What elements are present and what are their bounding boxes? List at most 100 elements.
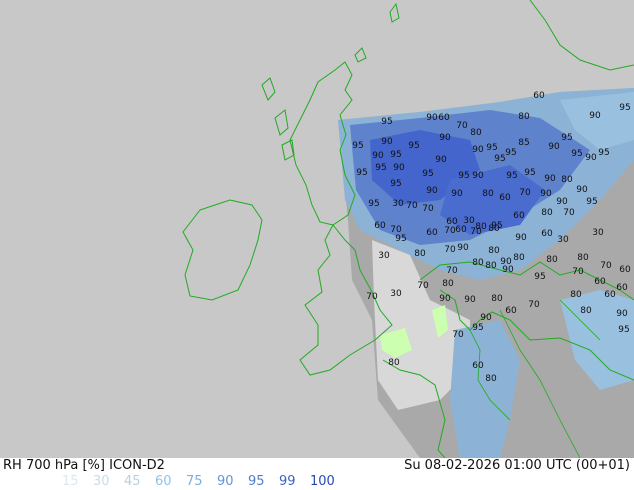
contour-label: 60 [438,113,450,123]
contour-label: 95 [586,197,597,207]
contour-label: 95 [494,154,505,164]
contour-label: 95 [571,149,582,159]
contour-label: 95 [408,141,419,151]
contour-label: 90 [451,189,463,199]
contour-label: 90 [540,189,552,199]
contour-label: 95 [505,148,516,158]
contour-label: 70 [417,281,429,291]
contour-label: 30 [378,251,390,261]
legend-item-99: 99 [279,474,296,489]
legend-item-60: 60 [155,474,172,489]
norway-coast [529,0,634,71]
contour-label: 60 [374,221,386,231]
contour-label: 70 [444,226,456,236]
contour-label: 90 [556,197,568,207]
legend-item-30: 30 [93,474,110,489]
contour-label: 70 [406,201,418,211]
contour-label: 95 [390,179,401,189]
ireland-coast [182,199,263,301]
contour-label: 90 [435,155,447,165]
contour-label: 70 [470,227,482,237]
contour-label: 80 [472,258,484,268]
contour-label: 70 [456,121,468,131]
legend-item-95: 95 [248,474,265,489]
contour-label: 60 [505,306,517,316]
contour-label: 90 [464,295,476,305]
contour-label: 90 [502,265,514,275]
contour-label: 95 [472,323,483,333]
contour-label: 95 [506,171,517,181]
contour-label: 30 [392,199,404,209]
contour-label: 60 [604,290,616,300]
contour-label: 60 [594,277,606,287]
contour-label: 60 [619,265,631,275]
footer: RH 700 hPa [%] ICON-D2 Su 08-02-2026 01:… [0,458,634,490]
legend-item-90: 90 [217,474,234,489]
orkney-shetland [354,2,400,63]
contour-label: 60 [533,91,545,101]
contour-label: 85 [518,138,529,148]
contour-label: 70 [528,300,540,310]
contour-label: 90 [515,233,527,243]
color-legend: 15 30 45 60 75 90 95 99 100 [62,474,341,489]
contour-label: 95 [534,272,545,282]
hebrides-islands [261,77,295,161]
contour-label: 80 [541,208,553,218]
contour-label: 80 [513,253,525,263]
contour-label: 80 [570,290,582,300]
contour-label: 90 [576,185,588,195]
contour-label: 90 [589,111,601,121]
contour-label: 60 [541,229,553,239]
contour-label: 90 [548,142,560,152]
contour-label: 60 [499,193,511,203]
legend-item-100: 100 [310,474,335,489]
contour-label: 95 [381,117,392,127]
contour-label: 90 [439,133,451,143]
contour-label: 80 [470,128,482,138]
contour-label: 95 [352,141,363,151]
contour-label: 70 [366,292,378,302]
contour-label: 80 [488,224,500,234]
legend-item-45: 45 [124,474,141,489]
contour-label: 80 [580,306,592,316]
contour-label: 90 [585,153,597,163]
contour-label: 90 [616,309,628,319]
contour-label: 70 [600,261,612,271]
forecast-time: Su 08-02-2026 01:00 UTC (00+01) [404,458,630,473]
contour-label: 95 [524,168,535,178]
contour-label: 90 [426,113,438,123]
contour-label: 90 [480,313,492,323]
contour-label: 80 [388,358,400,368]
legend-item-75: 75 [186,474,203,489]
contour-label: 30 [592,228,604,238]
contour-label: 70 [452,330,464,340]
contour-label: 95 [618,325,629,335]
contour-label: 70 [444,245,456,255]
contour-label: 95 [356,168,367,178]
contour-label: 70 [422,204,434,214]
contour-label: 95 [375,163,386,173]
contour-label: 95 [422,169,433,179]
contour-label: 60 [426,228,438,238]
contour-label: 80 [442,279,454,289]
contour-label: 70 [563,208,575,218]
contour-label: 90 [457,243,469,253]
contour-label: 95 [619,103,630,113]
contour-label: 90 [439,294,451,304]
contour-label: 70 [519,188,531,198]
contour-label: 95 [368,199,379,209]
contour-label: 95 [390,150,401,160]
contour-label: 30 [557,235,569,245]
forecast-map: 95 90 60 70 80 80 60 90 95 95 90 95 90 95 90 90 95 95 85 90… [0,0,634,458]
contour-label: 90 [544,174,556,184]
contour-label: 90 [472,171,484,181]
contour-label: 95 [561,133,572,143]
contour-label: 80 [518,112,530,122]
contour-label: 95 [395,234,406,244]
contour-label: 95 [598,148,609,158]
contour-label: 80 [485,261,497,271]
contour-label: 60 [616,283,628,293]
contour-label: 70 [572,267,584,277]
contour-label: 80 [491,294,503,304]
map-canvas: 95 90 607080806090959590 9590 959090 95 9585 90… [182,0,634,458]
